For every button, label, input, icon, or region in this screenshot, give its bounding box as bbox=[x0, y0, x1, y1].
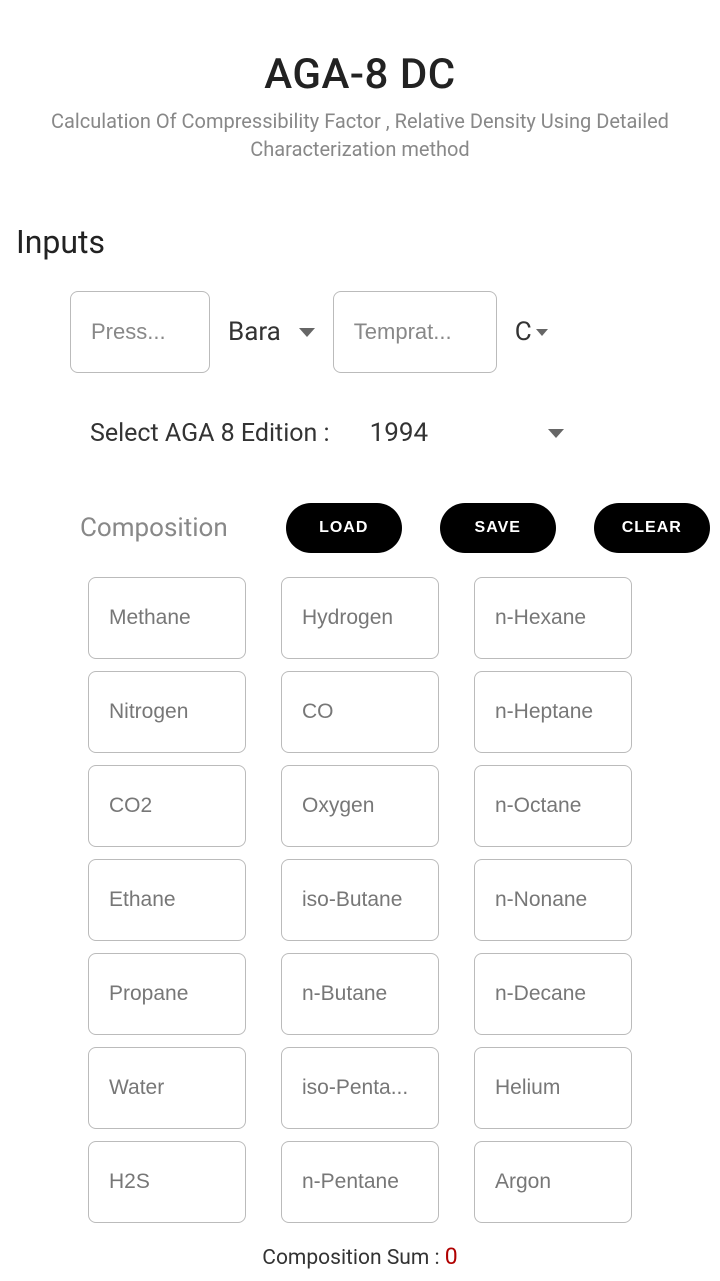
comp-helium-input[interactable] bbox=[474, 1047, 632, 1129]
comp-h2s-input[interactable] bbox=[88, 1141, 246, 1223]
comp-n-pentane-input[interactable] bbox=[281, 1141, 439, 1223]
comp-iso-pentane-input[interactable] bbox=[281, 1047, 439, 1129]
header: AGA-8 DC Calculation Of Compressibility … bbox=[0, 0, 720, 183]
temperature-unit-value: C bbox=[515, 317, 532, 347]
pressure-unit-value: Bara bbox=[228, 317, 281, 347]
page-title: AGA-8 DC bbox=[30, 50, 690, 99]
sum-label: Composition Sum : bbox=[262, 1246, 445, 1270]
edition-row: Select AGA 8 Edition : 1994 bbox=[0, 373, 720, 448]
comp-n-hexane-input[interactable] bbox=[474, 577, 632, 659]
chevron-down-icon bbox=[548, 429, 564, 438]
edition-label: Select AGA 8 Edition : bbox=[90, 419, 330, 448]
comp-nitrogen-input[interactable] bbox=[88, 671, 246, 753]
pressure-input[interactable] bbox=[70, 291, 210, 373]
comp-argon-input[interactable] bbox=[474, 1141, 632, 1223]
save-button[interactable]: SAVE bbox=[440, 503, 556, 553]
comp-n-heptane-input[interactable] bbox=[474, 671, 632, 753]
comp-oxygen-input[interactable] bbox=[281, 765, 439, 847]
comp-co-input[interactable] bbox=[281, 671, 439, 753]
composition-label: Composition bbox=[80, 513, 228, 543]
chevron-down-icon bbox=[536, 329, 548, 336]
comp-n-butane-input[interactable] bbox=[281, 953, 439, 1035]
comp-n-octane-input[interactable] bbox=[474, 765, 632, 847]
inputs-heading: Inputs bbox=[0, 183, 720, 261]
comp-n-nonane-input[interactable] bbox=[474, 859, 632, 941]
sum-value: 0 bbox=[445, 1243, 458, 1270]
temperature-unit-dropdown[interactable]: C bbox=[515, 317, 548, 347]
comp-co2-input[interactable] bbox=[88, 765, 246, 847]
comp-methane-input[interactable] bbox=[88, 577, 246, 659]
temperature-input[interactable] bbox=[333, 291, 497, 373]
load-button[interactable]: LOAD bbox=[286, 503, 402, 553]
composition-header: Composition LOAD SAVE CLEAR bbox=[0, 448, 720, 553]
comp-iso-butane-input[interactable] bbox=[281, 859, 439, 941]
comp-propane-input[interactable] bbox=[88, 953, 246, 1035]
composition-sum-row: Composition Sum : 0 bbox=[0, 1223, 720, 1270]
edition-dropdown[interactable]: 1994 bbox=[370, 418, 564, 448]
comp-water-input[interactable] bbox=[88, 1047, 246, 1129]
clear-button[interactable]: CLEAR bbox=[594, 503, 710, 553]
composition-grid bbox=[0, 553, 720, 1223]
chevron-down-icon bbox=[299, 328, 315, 337]
pressure-unit-dropdown[interactable]: Bara bbox=[228, 317, 315, 347]
comp-hydrogen-input[interactable] bbox=[281, 577, 439, 659]
page-subtitle: Calculation Of Compressibility Factor , … bbox=[30, 107, 690, 163]
comp-n-decane-input[interactable] bbox=[474, 953, 632, 1035]
comp-ethane-input[interactable] bbox=[88, 859, 246, 941]
inputs-row: Bara C bbox=[0, 261, 720, 373]
edition-value: 1994 bbox=[370, 418, 428, 448]
